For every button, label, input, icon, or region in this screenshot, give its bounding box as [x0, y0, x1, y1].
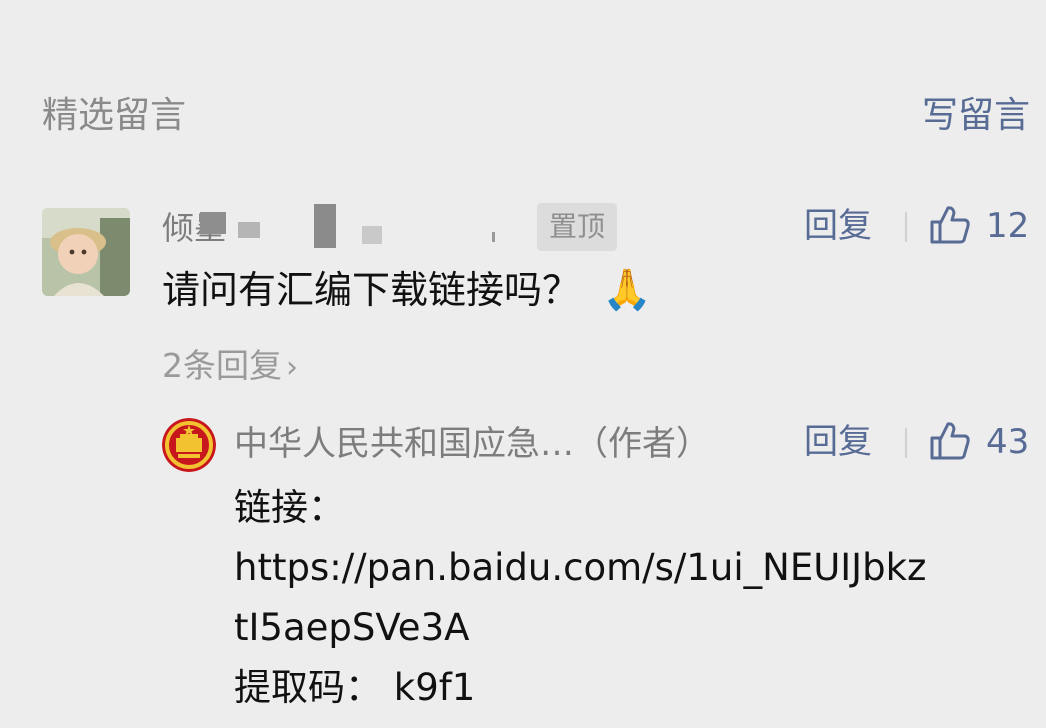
section-title: 精选留言 — [42, 95, 187, 136]
thumbs-up-icon[interactable] — [929, 420, 971, 462]
chevron-right-icon: › — [286, 350, 298, 385]
reply-count-link[interactable]: 2条回复 › — [162, 342, 298, 392]
emoji: 🙏 — [602, 267, 652, 313]
reply-button[interactable]: 回复 — [804, 420, 872, 464]
action-divider — [905, 212, 907, 242]
user-avatar[interactable] — [42, 208, 130, 296]
pinned-badge: 置顶 — [537, 203, 618, 251]
write-comment-link[interactable]: 写留言 — [922, 92, 1030, 140]
like-count: 43 — [986, 422, 1030, 462]
like-count: 12 — [986, 206, 1030, 246]
action-divider — [905, 428, 907, 458]
reply-link[interactable]: https://pan.baidu.com/s/1ui_NEUIJbkz — [234, 538, 926, 598]
reply-link-continued[interactable]: tI5aepSVe3A — [234, 598, 926, 658]
reply-count-label: 2条回复 — [162, 346, 282, 385]
reply-line: 提取码： k9f1 — [234, 666, 476, 709]
username[interactable]: 倾墨 — [162, 204, 532, 250]
comment-text: 请问有汇编下载链接吗？ 🙏 — [162, 262, 652, 318]
national-emblem-icon[interactable] — [162, 418, 216, 472]
comment-body: 请问有汇编下载链接吗？ — [162, 268, 581, 312]
reply-body: 链接： https://pan.baidu.com/s/1ui_NEUIJbkz… — [234, 478, 926, 718]
reply-button[interactable]: 回复 — [804, 204, 872, 248]
thumbs-up-icon[interactable] — [929, 204, 971, 246]
reply-line: 链接： — [234, 486, 345, 529]
author-name[interactable]: 中华人民共和国应急…（作者） — [234, 420, 710, 468]
